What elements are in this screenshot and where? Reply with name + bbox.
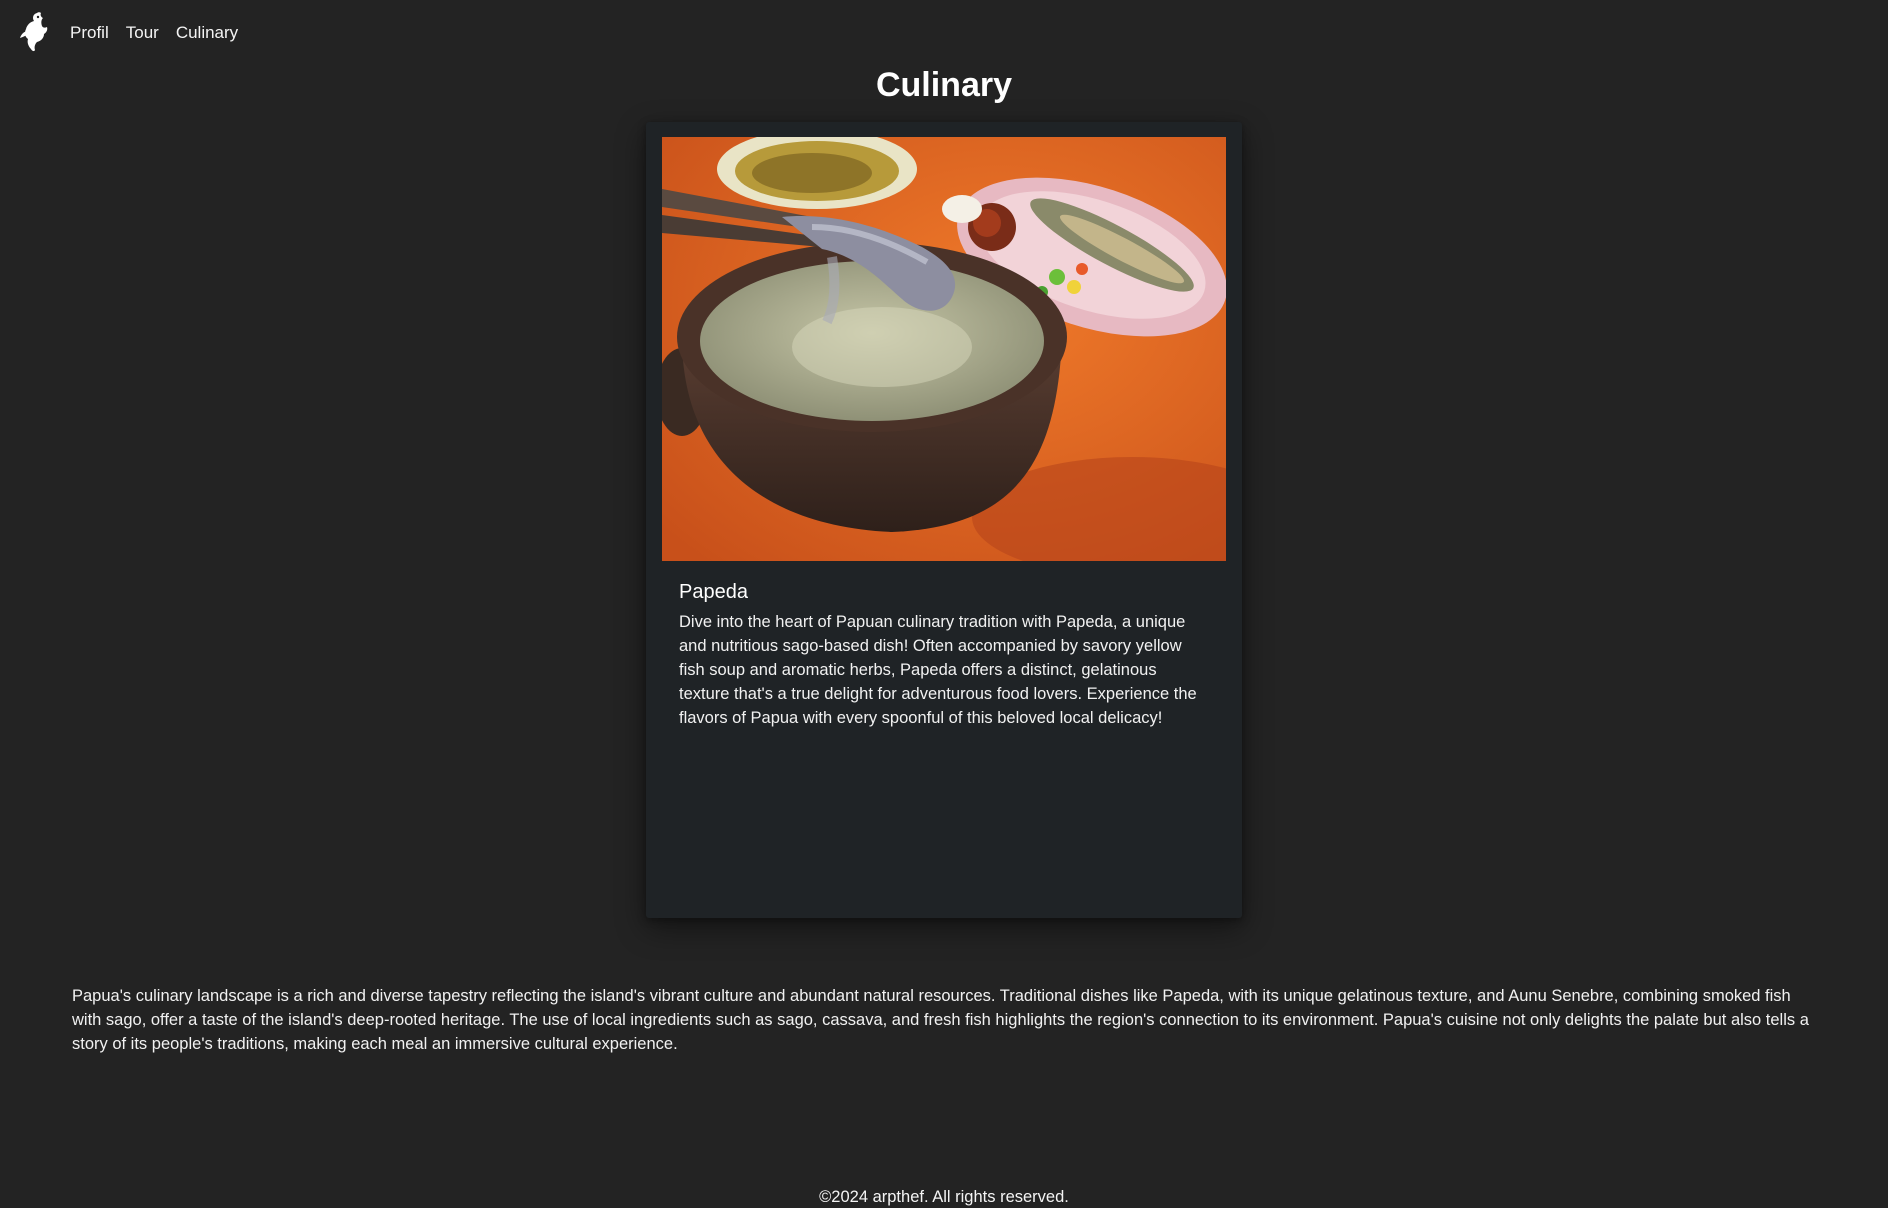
bird-of-paradise-logo-icon[interactable] xyxy=(19,11,51,53)
culinary-card[interactable]: Papeda Dive into the heart of Papuan cul… xyxy=(646,122,1242,918)
card-title: Papeda xyxy=(679,581,748,603)
nav-link-culinary[interactable]: Culinary xyxy=(176,22,238,44)
nav-link-profil[interactable]: Profil xyxy=(70,22,109,44)
nav-links: Profil Tour Culinary xyxy=(70,22,238,44)
card-description: Dive into the heart of Papuan culinary t… xyxy=(679,613,1197,727)
page-title: Culinary xyxy=(875,66,1013,104)
top-navbar: Profil Tour Culinary xyxy=(0,0,1888,66)
culinary-intro-text: Papua's culinary landscape is a rich and… xyxy=(72,987,1809,1053)
papeda-dish-photo xyxy=(662,137,1226,561)
footer-copyright: ©2024 arpthef. All rights reserved. xyxy=(819,1188,1069,1206)
nav-link-tour[interactable]: Tour xyxy=(126,22,159,44)
